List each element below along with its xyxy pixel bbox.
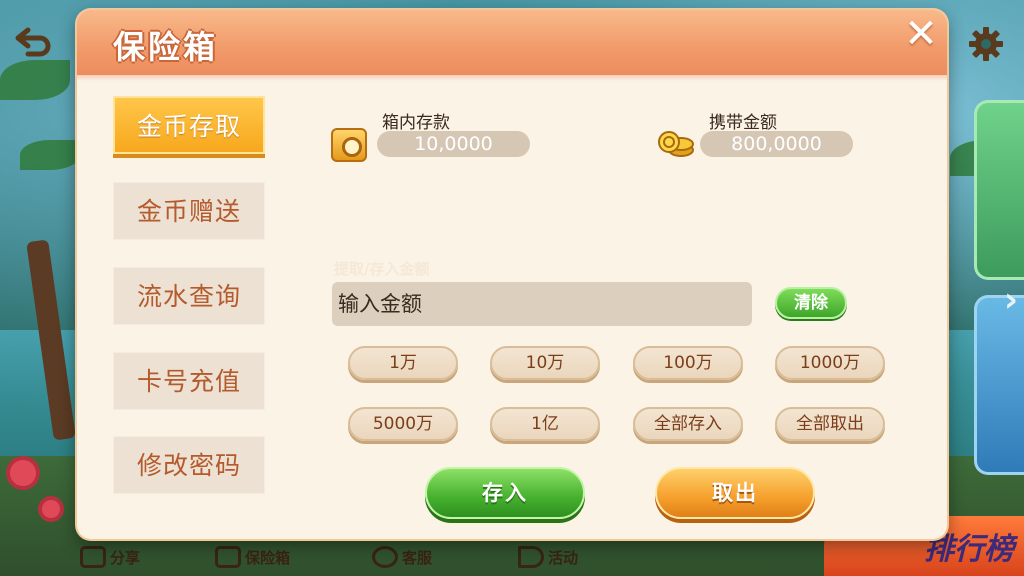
side-promo-card-blue[interactable] — [974, 295, 1024, 475]
leaf-decoration — [20, 140, 80, 170]
safe-box-dialog: 保险箱 ✕ 金币存取 金币赠送 流水查询 卡号充值 修改密码 箱内存款 10,0… — [77, 10, 947, 539]
chevron-right-icon[interactable]: › — [1004, 280, 1018, 320]
safe-balance-label: 箱内存款 — [382, 113, 450, 133]
flower-decoration — [10, 460, 36, 486]
tab-change-password[interactable]: 修改密码 — [113, 436, 265, 494]
safe-balance-value: 10,0000 — [377, 131, 530, 157]
clear-button[interactable]: 清除 — [775, 287, 847, 319]
close-icon: ✕ — [904, 11, 938, 57]
safe-icon — [215, 546, 241, 568]
withdraw-button[interactable]: 取出 — [655, 467, 815, 519]
nav-safe-label: 保险箱 — [245, 548, 291, 567]
back-arrow-icon[interactable] — [14, 22, 54, 62]
gear-icon[interactable] — [966, 24, 1006, 64]
quick-withdraw-all[interactable]: 全部取出 — [775, 407, 885, 441]
quick-amount-10w[interactable]: 10万 — [490, 346, 600, 380]
nav-share-label: 分享 — [110, 548, 141, 567]
nav-service[interactable]: 客服 — [372, 546, 432, 568]
nav-activity-label: 活动 — [548, 548, 579, 567]
tab-coin-gift[interactable]: 金币赠送 — [113, 182, 265, 240]
share-icon — [80, 546, 106, 568]
quick-amount-100w[interactable]: 100万 — [633, 346, 743, 380]
amount-input[interactable] — [332, 282, 752, 326]
nav-service-label: 客服 — [402, 548, 433, 567]
nav-activity[interactable]: 活动 — [518, 546, 578, 568]
quick-amount-5000w[interactable]: 5000万 — [348, 407, 458, 441]
carry-balance-value: 800,0000 — [700, 131, 853, 157]
quick-deposit-all[interactable]: 全部存入 — [633, 407, 743, 441]
close-button[interactable]: ✕ — [901, 14, 941, 54]
quick-amount-1w[interactable]: 1万 — [348, 346, 458, 380]
deposit-button[interactable]: 存入 — [425, 467, 585, 519]
amount-label: 提取/存入金额 — [334, 260, 430, 278]
dialog-title: 保险箱 — [113, 28, 219, 66]
quick-amount-1yi[interactable]: 1亿 — [490, 407, 600, 441]
nav-share[interactable]: 分享 — [80, 546, 140, 568]
dialog-header: 保险箱 ✕ — [77, 10, 947, 81]
side-promo-card-green[interactable] — [974, 100, 1024, 280]
carry-balance-label: 携带金额 — [709, 113, 777, 133]
megaphone-icon — [518, 546, 544, 568]
headset-icon — [372, 546, 398, 568]
tab-coin-deposit-withdraw[interactable]: 金币存取 — [113, 96, 265, 154]
nav-safe[interactable]: 保险箱 — [215, 546, 290, 568]
quick-amount-1000w[interactable]: 1000万 — [775, 346, 885, 380]
gold-coins-icon — [658, 131, 694, 157]
tab-transaction-history[interactable]: 流水查询 — [113, 267, 265, 325]
leaf-decoration — [0, 60, 70, 100]
tab-card-recharge[interactable]: 卡号充值 — [113, 352, 265, 410]
flower-decoration — [42, 500, 60, 518]
safe-coin-icon — [331, 128, 367, 162]
